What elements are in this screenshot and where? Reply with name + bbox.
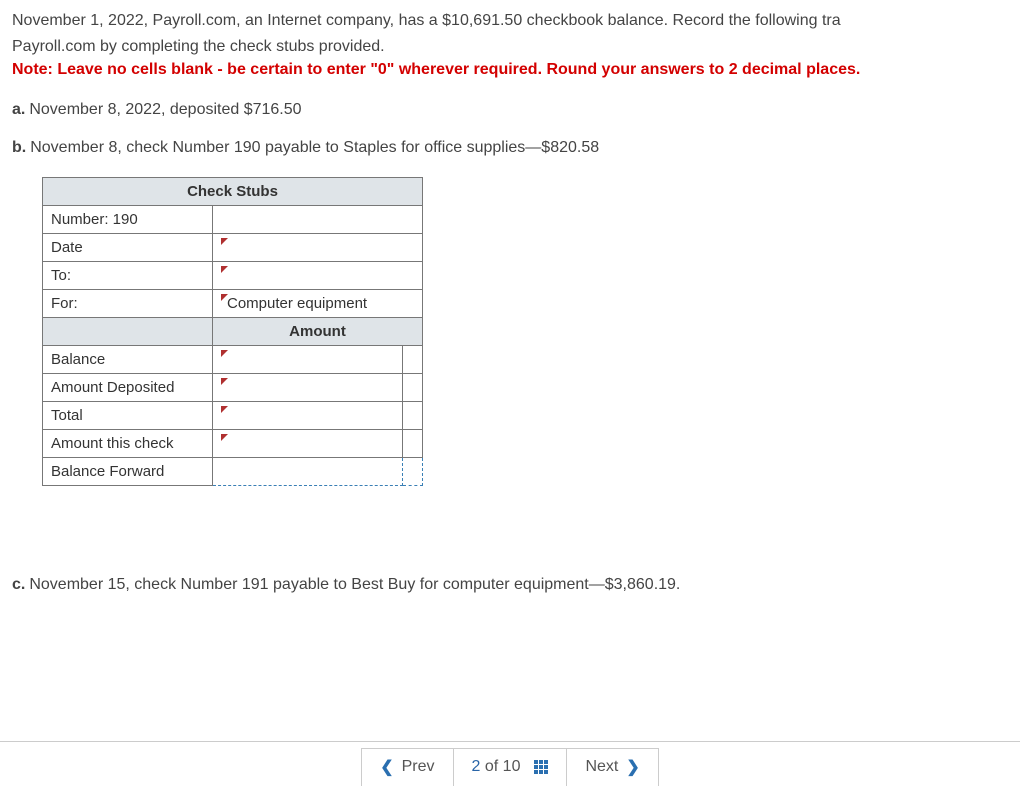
item-c-label: c.	[12, 576, 25, 593]
row-forward-value	[213, 458, 403, 486]
item-a-label: a.	[12, 101, 25, 118]
blank-header	[43, 318, 213, 346]
intro-line-1: November 1, 2022, Payroll.com, an Intern…	[12, 10, 1008, 32]
row-date-input[interactable]	[213, 234, 423, 262]
page-number: 2 of 10	[472, 758, 521, 776]
prev-label: Prev	[402, 758, 435, 776]
row-balance-label: Balance	[43, 346, 213, 374]
required-marker-icon	[221, 406, 228, 413]
item-b-text: November 8, check Number 190 payable to …	[30, 139, 599, 156]
row-thischeck-input[interactable]	[213, 430, 403, 458]
item-c: c.November 15, check Number 191 payable …	[12, 576, 1008, 594]
item-a-text: November 8, 2022, deposited $716.50	[29, 101, 301, 118]
next-label: Next	[585, 758, 618, 776]
next-button[interactable]: Next ❯	[566, 748, 658, 786]
prev-button[interactable]: ❮ Prev	[361, 748, 453, 786]
required-marker-icon	[221, 434, 228, 441]
note-text: Note: Leave no cells blank - be certain …	[12, 61, 1008, 79]
check-stub-table: Check Stubs Number: 190 Date To: For:	[42, 177, 423, 486]
required-marker-icon	[221, 266, 228, 273]
row-date-label: Date	[43, 234, 213, 262]
row-deposited-input[interactable]	[213, 374, 403, 402]
row-balance-right	[403, 346, 423, 374]
row-forward-label: Balance Forward	[43, 458, 213, 486]
required-marker-icon	[221, 238, 228, 245]
check-stub-table-wrap: Check Stubs Number: 190 Date To: For:	[42, 177, 1008, 486]
row-forward-right	[403, 458, 423, 486]
row-total-right	[403, 402, 423, 430]
row-thischeck-right	[403, 430, 423, 458]
amount-header: Amount	[213, 318, 423, 346]
required-marker-icon	[221, 378, 228, 385]
row-total-input[interactable]	[213, 402, 403, 430]
bottom-nav: ❮ Prev 2 of 10 Next ❯	[0, 741, 1020, 785]
row-deposited-label: Amount Deposited	[43, 374, 213, 402]
stub-header: Check Stubs	[43, 178, 423, 206]
intro-line-2: Payroll.com by completing the check stub…	[12, 36, 1008, 58]
item-a: a.November 8, 2022, deposited $716.50	[12, 101, 1008, 119]
required-marker-icon	[221, 350, 228, 357]
grid-icon	[534, 760, 548, 774]
question-body: November 1, 2022, Payroll.com, an Intern…	[0, 0, 1020, 624]
row-for-input[interactable]: Computer equipment	[213, 290, 423, 318]
row-balance-input[interactable]	[213, 346, 403, 374]
item-b: b.November 8, check Number 190 payable t…	[12, 139, 1008, 157]
row-number-label: Number: 190	[43, 206, 213, 234]
chevron-left-icon: ❮	[380, 757, 393, 777]
row-for-label: For:	[43, 290, 213, 318]
item-b-label: b.	[12, 139, 26, 156]
row-thischeck-label: Amount this check	[43, 430, 213, 458]
chevron-right-icon: ❯	[626, 757, 639, 777]
page-indicator[interactable]: 2 of 10	[454, 748, 567, 786]
item-c-text: November 15, check Number 191 payable to…	[29, 576, 680, 593]
row-total-label: Total	[43, 402, 213, 430]
row-to-label: To:	[43, 262, 213, 290]
row-deposited-right	[403, 374, 423, 402]
row-number-value	[213, 206, 423, 234]
row-to-input[interactable]	[213, 262, 423, 290]
required-marker-icon	[221, 294, 228, 301]
